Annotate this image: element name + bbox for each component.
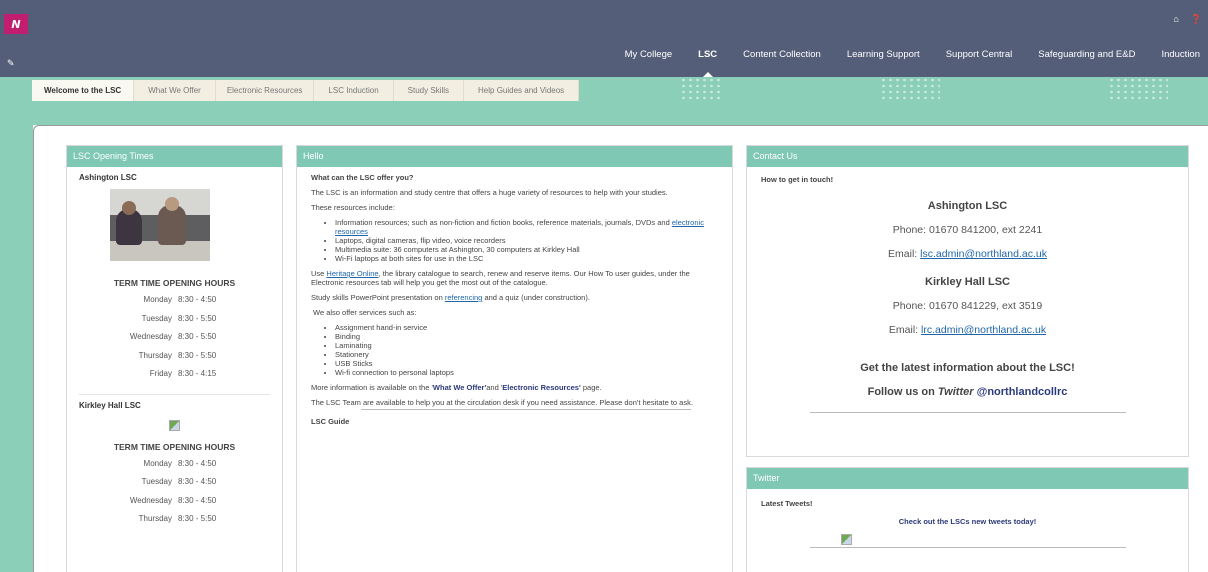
list-item: Binding <box>335 332 718 341</box>
latest-info-text: Get the latest information about the LSC… <box>860 362 1075 374</box>
nav-support-central[interactable]: Support Central <box>946 49 1013 65</box>
nav-content-collection[interactable]: Content Collection <box>743 49 821 65</box>
hours-row: Wednesday 8:30 - 4:50 <box>129 495 217 505</box>
tweets-cta-link[interactable]: Check out the LSCs new tweets today! <box>761 517 1174 526</box>
ashington-hours: Monday 8:30 - 4:50 Tuesday 8:30 - 5:50 Wed… <box>125 295 270 388</box>
tab-electronic-resources[interactable]: Electronic Resources <box>216 80 315 101</box>
list-item: Wi-fi connection to personal laptops <box>335 368 718 377</box>
services-intro: We also offer services such as: <box>313 308 417 317</box>
contact-name: Ashington LSC <box>927 200 1008 212</box>
tab-study-skills[interactable]: Study Skills <box>394 80 465 101</box>
divider <box>79 393 270 395</box>
image-placeholder-icon <box>841 534 852 545</box>
contact-email-line: Email: lrc.admin@northland.ac.uk <box>888 324 1047 336</box>
hello-intro: The LSC is an information and study cent… <box>311 188 668 197</box>
list-item: Laptops, digital cameras, flip video, vo… <box>335 236 718 245</box>
twitter-handle-link[interactable]: @northlandcollrc <box>977 386 1068 398</box>
kirkley-title: Kirkley Hall LSC <box>79 400 141 410</box>
contact-module: Contact Us How to get in touch! Ashingto… <box>746 145 1189 457</box>
decorative-dots <box>1108 77 1168 101</box>
contact-subtitle: How to get in touch! <box>761 175 834 184</box>
hours-row: Tuesday 8:30 - 4:50 <box>141 477 217 486</box>
module-header: LSC Opening Times <box>67 146 282 167</box>
what-we-offer-link[interactable]: What We Offer' <box>433 383 486 392</box>
top-icons: ⌂ ❓ <box>1173 14 1202 25</box>
hours-row: Monday 8:30 - 4:50 <box>143 458 217 468</box>
decorative-dots <box>680 77 720 101</box>
divider <box>809 547 1126 548</box>
ashington-title: Ashington LSC <box>79 173 137 182</box>
list-item: Assignment hand-in service <box>335 323 718 332</box>
hours-row: Monday 8:30 - 4:50 <box>143 295 217 304</box>
nav-induction[interactable]: Induction <box>1161 49 1200 65</box>
ashington-photo <box>110 189 210 261</box>
decorative-dots <box>880 77 940 101</box>
resources-intro: These resources include: <box>311 203 395 212</box>
hours-row: Thursday 8:30 - 5:50 <box>138 514 217 523</box>
image-placeholder-icon <box>169 419 180 431</box>
left-strip <box>0 125 33 572</box>
electronic-resources-page-link[interactable]: Electronic Resources' <box>502 383 580 392</box>
nav-lsc[interactable]: LSC <box>698 49 717 79</box>
twitter-module: Twitter Latest Tweets! Check out the LSC… <box>746 467 1189 572</box>
follow-text: Follow us on Twitter @northlandcollrc <box>867 386 1068 398</box>
list-item: Information resources; such as non-ficti… <box>335 218 718 236</box>
nav-safeguarding[interactable]: Safeguarding and E&D <box>1038 49 1135 65</box>
tweets-label: Latest Tweets! <box>761 499 813 508</box>
top-bar: N ✎ ⌂ ❓ My College LSC Content Collectio… <box>0 0 1208 79</box>
divider <box>361 409 691 410</box>
contact-email-line: Email: lsc.admin@northland.ac.uk <box>888 248 1047 260</box>
hours-row: Thursday 8:30 - 5:50 <box>138 350 217 360</box>
contact-phone: Phone: 01670 841229, ext 3519 <box>892 300 1043 312</box>
email-link[interactable]: lrc.admin@northland.ac.uk <box>921 324 1046 336</box>
study-skills-paragraph: Study skills PowerPoint presentation on … <box>311 293 590 302</box>
referencing-link[interactable]: referencing <box>445 293 483 302</box>
hello-module: Hello What can the LSC offer you? The LS… <box>296 145 733 572</box>
list-item: Laminating <box>335 341 718 350</box>
kirkley-contact: Kirkley Hall LSC Phone: 01670 841229, ex… <box>761 276 1174 336</box>
college-logo[interactable]: N <box>4 14 28 34</box>
divider <box>809 412 1126 413</box>
tab-welcome[interactable]: Welcome to the LSC <box>32 80 135 101</box>
opening-times-module: LSC Opening Times Ashington LSC TERM TIM… <box>66 145 283 572</box>
ashington-contact: Ashington LSC Phone: 01670 841200, ext 2… <box>761 200 1174 260</box>
resources-list: Information resources; such as non-ficti… <box>335 218 718 263</box>
edit-icon[interactable]: ✎ <box>7 58 15 69</box>
services-list: Assignment hand-in service Binding Lamin… <box>335 323 718 377</box>
contact-phone: Phone: 01670 841200, ext 2241 <box>892 224 1043 236</box>
tab-lsc-induction[interactable]: LSC Induction <box>314 80 394 101</box>
nav-my-college[interactable]: My College <box>625 49 673 65</box>
module-header: Hello <box>297 146 732 167</box>
hours-title: TERM TIME OPENING HOURS <box>113 278 236 288</box>
hours-row: Wednesday 8:30 - 5:50 <box>129 332 217 341</box>
heritage-paragraph: Use Heritage Online, the library catalog… <box>311 269 690 287</box>
more-info-paragraph: More information is available on the 'Wh… <box>311 383 602 392</box>
lsc-guide-link[interactable]: LSC Guide <box>311 417 718 426</box>
heritage-online-link[interactable]: Heritage Online <box>326 269 378 278</box>
nav-learning-support[interactable]: Learning Support <box>847 49 920 65</box>
hours-title: TERM TIME OPENING HOURS <box>113 441 236 452</box>
list-item: Stationery <box>335 350 718 359</box>
tab-what-we-offer[interactable]: What We Offer <box>134 80 216 101</box>
help-icon[interactable]: ❓ <box>1191 14 1202 25</box>
main-nav: My College LSC Content Collection Learni… <box>625 49 1208 79</box>
hello-question: What can the LSC offer you? <box>311 173 414 182</box>
team-paragraph: The LSC Team are available to help you a… <box>311 398 693 407</box>
list-item: USB Sticks <box>335 359 718 368</box>
sub-nav: Welcome to the LSC What We Offer Electro… <box>32 80 580 101</box>
hours-row: Tuesday 8:30 - 5:50 <box>141 313 217 323</box>
list-item: Multimedia suite: 36 computers at Ashing… <box>335 245 718 254</box>
module-header: Twitter <box>747 468 1188 489</box>
hours-row: Friday 8:30 - 4:15 <box>149 369 217 378</box>
home-icon[interactable]: ⌂ <box>1173 14 1178 25</box>
email-link[interactable]: lsc.admin@northland.ac.uk <box>920 248 1047 260</box>
tab-help-guides[interactable]: Help Guides and Videos <box>464 80 580 101</box>
module-header: Contact Us <box>747 146 1188 167</box>
kirkley-hours: Monday 8:30 - 4:50 Tuesday 8:30 - 4:50 Wed… <box>125 459 270 533</box>
list-item: Wi-Fi laptops at both sites for use in t… <box>335 254 718 263</box>
contact-name: Kirkley Hall LSC <box>925 276 1010 288</box>
